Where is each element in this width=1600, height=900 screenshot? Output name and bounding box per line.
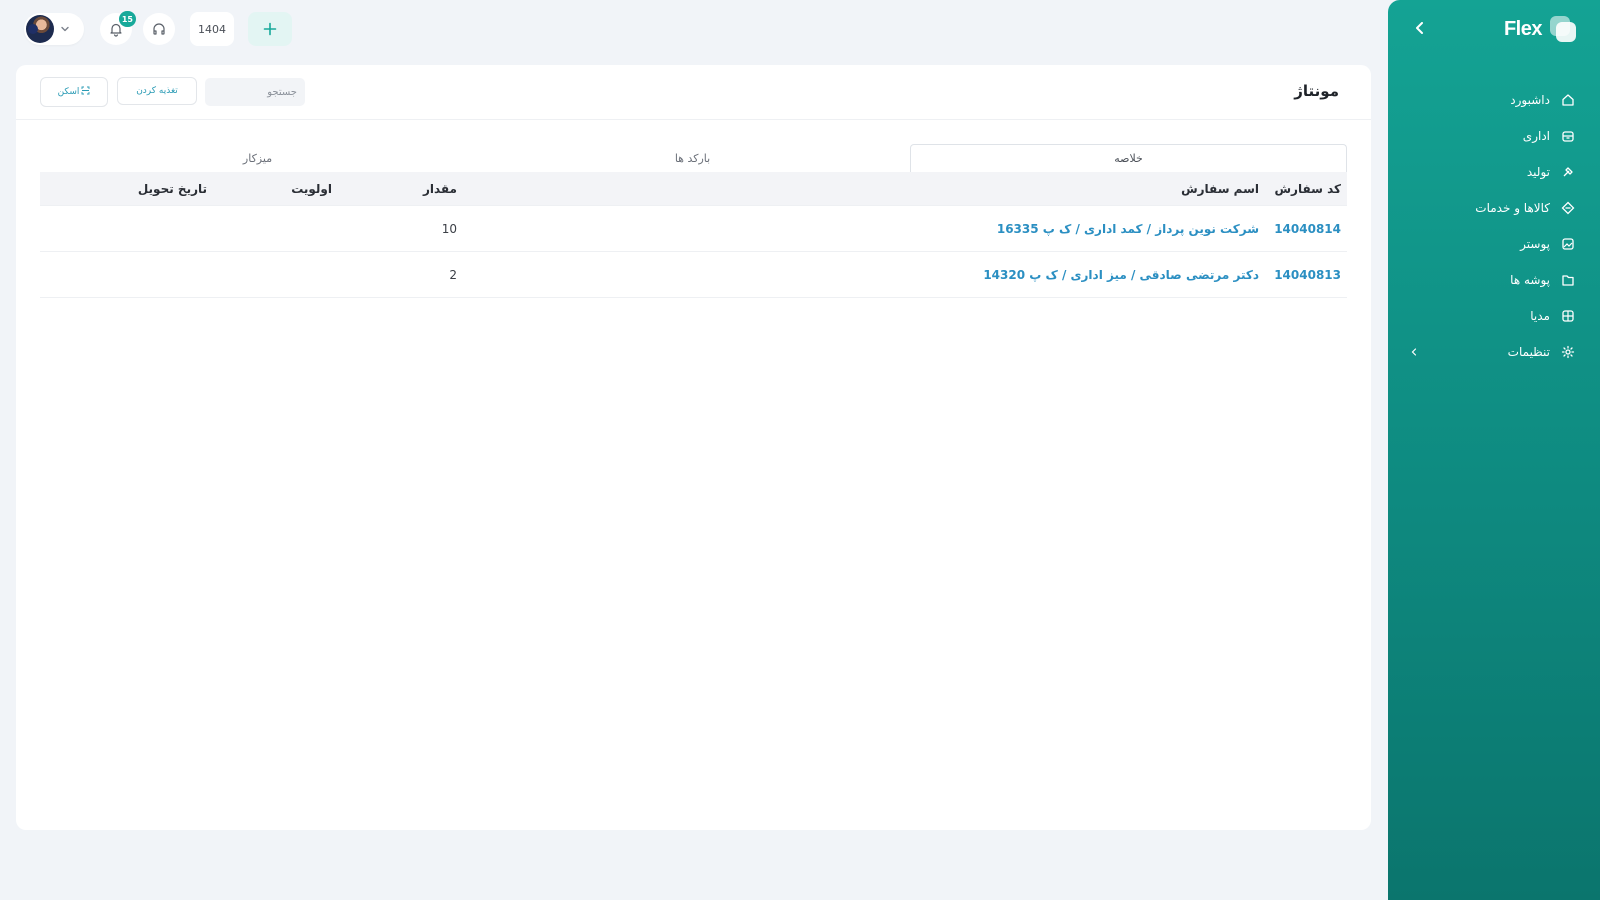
chevron-left-icon xyxy=(1408,346,1420,358)
tab-workbench[interactable]: میزکار xyxy=(40,144,475,172)
chevron-left-icon xyxy=(1416,22,1423,34)
notifications-button[interactable]: 15 xyxy=(100,11,136,45)
headset-icon xyxy=(153,23,165,35)
sidebar-item-label: پوشه ها xyxy=(1510,273,1550,287)
sidebar-item-settings[interactable]: تنظیمات xyxy=(1388,334,1600,370)
top-bar: 15 1404 xyxy=(0,0,1388,58)
archive-icon xyxy=(1560,128,1576,144)
column-header-name[interactable]: اسم سفارش xyxy=(463,182,1265,196)
user-menu[interactable] xyxy=(24,13,84,45)
notification-count-badge: 15 xyxy=(118,11,136,27)
sidebar-item-products[interactable]: کالاها و خدمات xyxy=(1388,190,1600,226)
plus-icon xyxy=(263,22,277,36)
app-logo[interactable]: Flex xyxy=(1504,14,1578,44)
sidebar-item-label: اداری xyxy=(1522,129,1550,143)
order-code-link[interactable]: 14040814 xyxy=(1265,222,1347,236)
table-row[interactable]: 14040813 دکتر مرتضی صادقی / میز اداری / … xyxy=(40,252,1347,298)
sidebar-item-label: کالاها و خدمات xyxy=(1475,201,1550,215)
column-header-priority[interactable]: اولویت xyxy=(213,182,338,196)
home-icon xyxy=(1560,92,1576,108)
sidebar-item-office[interactable]: اداری xyxy=(1388,118,1600,154)
scan-icon xyxy=(81,86,90,98)
image-icon xyxy=(1560,236,1576,252)
sidebar-collapse-button[interactable] xyxy=(1410,18,1430,38)
support-button[interactable] xyxy=(143,13,175,45)
gear-icon xyxy=(1560,344,1576,360)
app-name: Flex xyxy=(1503,17,1543,40)
sidebar-nav: داشبورد اداری تولید کالاها و خدمات پوستر xyxy=(1388,82,1600,370)
column-header-code[interactable]: کد سفارش xyxy=(1265,182,1347,196)
add-button[interactable] xyxy=(248,12,292,46)
tab-barcodes[interactable]: بارکد ها xyxy=(475,144,910,172)
card-header: مونتاژ تغذیه کردن اسکن xyxy=(16,65,1371,120)
sidebar-item-label: پوستر xyxy=(1520,237,1550,251)
sidebar-item-poster[interactable]: پوستر xyxy=(1388,226,1600,262)
order-code-link[interactable]: 14040813 xyxy=(1265,268,1347,282)
page-title: مونتاژ xyxy=(1294,82,1339,100)
chevron-down-icon xyxy=(61,26,69,32)
scan-button[interactable]: اسکن xyxy=(40,77,108,107)
sidebar-item-label: مدیا xyxy=(1530,309,1550,323)
fiscal-year-selector[interactable]: 1404 xyxy=(190,12,234,46)
sidebar-item-label: تنظیمات xyxy=(1507,345,1550,359)
orders-table: کد سفارش اسم سفارش مقدار اولویت تاریخ تح… xyxy=(40,172,1347,298)
scan-button-label: اسکن xyxy=(57,87,80,97)
avatar xyxy=(26,15,54,43)
sidebar-item-production[interactable]: تولید xyxy=(1388,154,1600,190)
sidebar-item-label: داشبورد xyxy=(1510,93,1550,107)
order-qty: 10 xyxy=(441,221,457,236)
tab-bar: خلاصه بارکد ها میزکار xyxy=(40,144,1347,172)
sidebar-item-folders[interactable]: پوشه ها xyxy=(1388,262,1600,298)
table-header-row: کد سفارش اسم سفارش مقدار اولویت تاریخ تح… xyxy=(40,172,1347,206)
sidebar-item-label: تولید xyxy=(1526,165,1550,179)
tab-summary[interactable]: خلاصه xyxy=(910,144,1347,172)
logo-mark-icon xyxy=(1548,14,1578,44)
grid-icon xyxy=(1560,308,1576,324)
order-qty: 2 xyxy=(449,267,457,282)
search-input[interactable] xyxy=(205,78,305,106)
table-row[interactable]: 14040814 شرکت نوین پرداز / کمد اداری / ک… xyxy=(40,206,1347,252)
sidebar-item-dashboard[interactable]: داشبورد xyxy=(1388,82,1600,118)
column-header-qty[interactable]: مقدار xyxy=(338,182,463,196)
folder-icon xyxy=(1560,272,1576,288)
main-card: مونتاژ تغذیه کردن اسکن خلاصه بارکد ها می… xyxy=(16,65,1371,830)
diamond-icon xyxy=(1560,200,1576,216)
tool-icon xyxy=(1560,164,1576,180)
column-header-delivery[interactable]: تاریخ تحویل xyxy=(53,182,213,196)
order-name-link[interactable]: دکتر مرتضی صادقی / میز اداری / ک پ 14320 xyxy=(463,268,1265,282)
sidebar: Flex داشبورد اداری تولید کالاها و خدمات … xyxy=(1388,0,1600,900)
order-name-link[interactable]: شرکت نوین پرداز / کمد اداری / ک پ 16335 xyxy=(463,222,1265,236)
sidebar-item-media[interactable]: مدیا xyxy=(1388,298,1600,334)
feed-button[interactable]: تغذیه کردن xyxy=(117,77,197,105)
